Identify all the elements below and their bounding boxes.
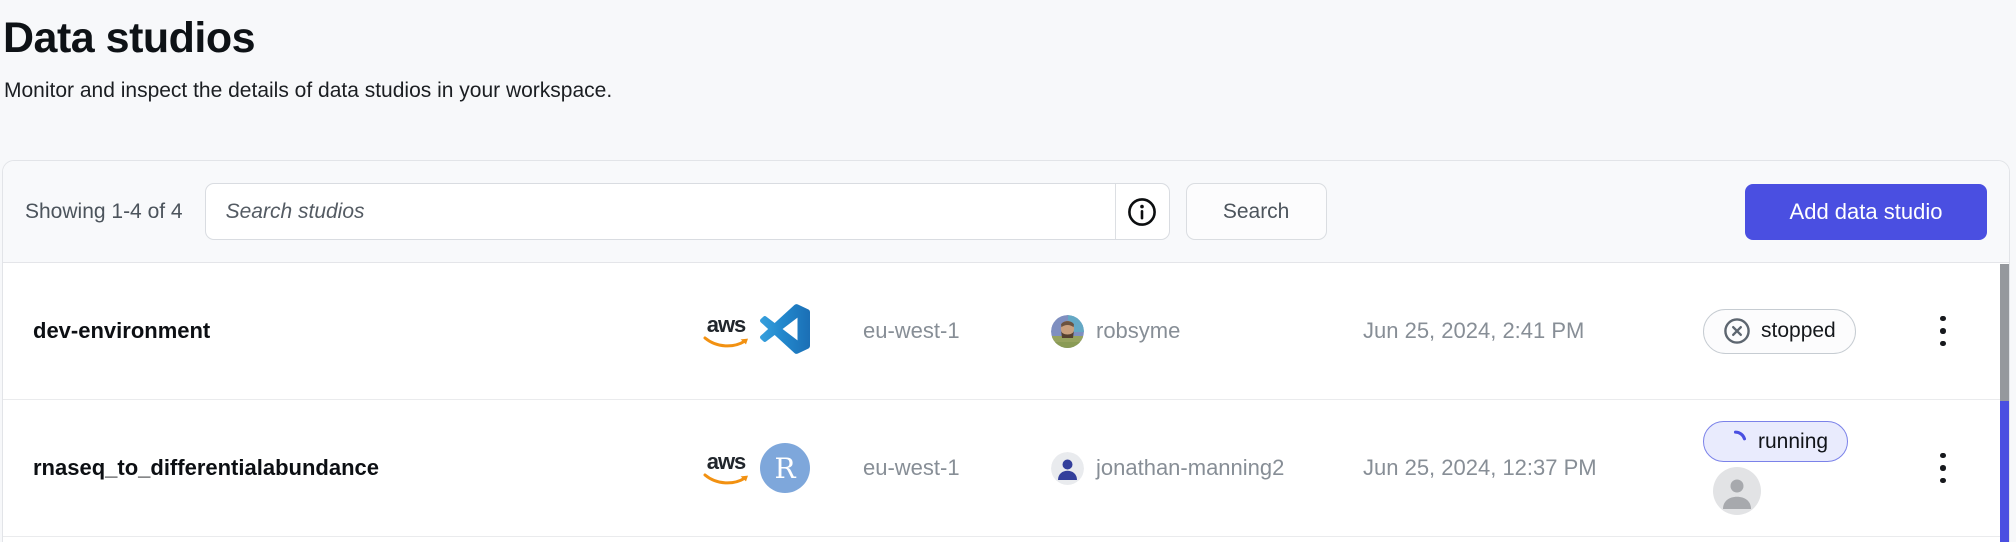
compute-env-icons: aws R: [701, 443, 863, 493]
created-date: Jun 25, 2024, 12:37 PM: [1363, 455, 1703, 481]
scrollbar-thumb-blue[interactable]: [2000, 401, 2009, 542]
scrollbar-thumb-gray[interactable]: [2000, 264, 2009, 401]
scrollbar[interactable]: [2000, 264, 2009, 542]
created-date: Jun 25, 2024, 2:41 PM: [1363, 318, 1703, 344]
compute-env-icons: aws: [701, 304, 863, 359]
page-header: Data studios Monitor and inspect the det…: [0, 0, 2016, 160]
rstudio-icon: R: [760, 443, 810, 493]
user-avatar: [1051, 452, 1084, 485]
user-cell: jonathan-manning2: [1051, 452, 1363, 485]
search-group: [205, 183, 1170, 240]
stop-circle-icon: [1723, 317, 1751, 345]
user-avatar: [1051, 315, 1084, 348]
status-badge-running: running: [1703, 421, 1848, 462]
placeholder-avatar: [1713, 467, 1761, 515]
status-label: running: [1758, 430, 1828, 454]
row-menu-button[interactable]: [1913, 310, 1973, 353]
region-label: eu-west-1: [863, 455, 1051, 481]
page-title: Data studios: [3, 14, 2016, 63]
add-data-studio-button[interactable]: Add data studio: [1745, 184, 1987, 240]
aws-icon: aws: [701, 451, 751, 486]
status-badge-stopped: stopped: [1703, 309, 1856, 354]
aws-logo-text: aws: [707, 314, 746, 336]
vscode-icon: [760, 304, 810, 359]
studio-name: rnaseq_to_differentialabundance: [3, 455, 701, 481]
user-cell: robsyme: [1051, 315, 1363, 348]
aws-icon: aws: [701, 314, 751, 349]
showing-count: Showing 1-4 of 4: [25, 200, 183, 224]
page-subtitle: Monitor and inspect the details of data …: [4, 78, 2016, 103]
search-button[interactable]: Search: [1186, 183, 1327, 240]
aws-logo-text: aws: [707, 451, 746, 473]
status-cell: running: [1703, 421, 1913, 515]
user-name: jonathan-manning2: [1096, 455, 1284, 481]
status-label: stopped: [1761, 319, 1836, 343]
studio-row-rnaseq[interactable]: rnaseq_to_differentialabundance aws R eu…: [3, 400, 2009, 537]
studios-panel: Showing 1-4 of 4 Search Add data studio …: [2, 160, 2010, 542]
search-input[interactable]: [206, 184, 1115, 239]
info-icon[interactable]: [1115, 184, 1169, 239]
toolbar: Showing 1-4 of 4 Search Add data studio: [3, 161, 2009, 263]
row-menu-button[interactable]: [1913, 447, 1973, 490]
next-row-sliver: [3, 537, 2009, 542]
studio-row-dev-environment[interactable]: dev-environment aws eu-west-1: [3, 263, 2009, 400]
spinner-icon: [1723, 429, 1748, 454]
studio-name: dev-environment: [3, 318, 701, 344]
status-cell: stopped: [1703, 309, 1913, 354]
user-name: robsyme: [1096, 318, 1180, 344]
region-label: eu-west-1: [863, 318, 1051, 344]
